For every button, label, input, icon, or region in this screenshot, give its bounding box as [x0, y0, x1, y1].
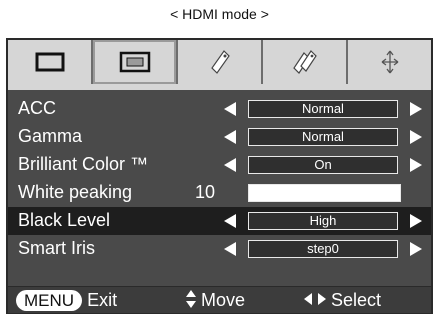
- setting-row-brilliant-color[interactable]: Brilliant Color ™ On: [8, 151, 431, 179]
- exit-hint: MENU Exit: [16, 290, 117, 311]
- right-arrow-icon[interactable]: [410, 242, 422, 256]
- setting-row-white-peaking[interactable]: White peaking 10: [8, 179, 431, 207]
- key-help-bar: MENU Exit Move Select: [8, 286, 431, 313]
- setting-label: Black Level: [18, 210, 111, 230]
- select-hint: Select: [304, 290, 381, 311]
- left-arrow-icon[interactable]: [224, 158, 236, 172]
- left-arrow-icon[interactable]: [224, 102, 236, 116]
- tab-screen[interactable]: [93, 40, 178, 84]
- setting-value[interactable]: step0: [248, 240, 398, 258]
- tab-bar-divider: [8, 84, 431, 90]
- osd-menu: ACC Normal Gamma Normal Brilliant Color …: [6, 38, 433, 314]
- input-mode-caption: < HDMI mode >: [170, 6, 269, 22]
- right-arrow-icon[interactable]: [410, 214, 422, 228]
- tab-settings-1[interactable]: [178, 40, 263, 84]
- select-label: Select: [331, 290, 382, 310]
- left-arrow-icon[interactable]: [224, 242, 236, 256]
- setting-value[interactable]: On: [248, 156, 398, 174]
- left-arrow-icon[interactable]: [224, 214, 236, 228]
- tab-picture[interactable]: [8, 40, 93, 84]
- right-arrow-icon[interactable]: [410, 130, 422, 144]
- screen-icon: [119, 51, 150, 73]
- left-right-arrow-icon: [304, 293, 326, 305]
- setting-numeric-value: 10: [195, 182, 216, 202]
- setting-label: Gamma: [18, 126, 83, 146]
- setting-label: Brilliant Color ™: [18, 154, 149, 174]
- level-slider-fill: [249, 185, 400, 201]
- setting-row-smart-iris[interactable]: Smart Iris step0: [8, 235, 431, 263]
- tags-icon: [292, 50, 317, 74]
- up-down-arrow-icon: [186, 290, 196, 308]
- picture-size-icon: [35, 52, 64, 72]
- setting-row-gamma[interactable]: Gamma Normal: [8, 123, 431, 151]
- menu-tabs: [8, 40, 431, 84]
- setting-row-acc[interactable]: ACC Normal: [8, 95, 431, 123]
- arrows-icon: [381, 50, 398, 74]
- setting-value[interactable]: Normal: [248, 100, 398, 118]
- setting-label: White peaking: [18, 182, 133, 202]
- right-arrow-icon[interactable]: [410, 102, 422, 116]
- menu-key: MENU: [16, 290, 83, 311]
- tab-settings-2[interactable]: [263, 40, 348, 84]
- tag-icon: [210, 50, 230, 74]
- setting-value[interactable]: High: [248, 212, 398, 230]
- move-label: Move: [201, 290, 246, 310]
- setting-row-black-level[interactable]: Black Level High: [8, 207, 431, 235]
- settings-list: ACC Normal Gamma Normal Brilliant Color …: [8, 95, 431, 263]
- move-hint: Move: [186, 290, 245, 311]
- left-arrow-icon[interactable]: [224, 130, 236, 144]
- setting-label: ACC: [18, 98, 57, 118]
- setting-label: Smart Iris: [18, 238, 96, 258]
- setting-value[interactable]: Normal: [248, 128, 398, 146]
- tab-options[interactable]: [348, 40, 431, 84]
- right-arrow-icon[interactable]: [410, 158, 422, 172]
- level-slider[interactable]: [248, 184, 401, 202]
- exit-label: Exit: [87, 290, 118, 310]
